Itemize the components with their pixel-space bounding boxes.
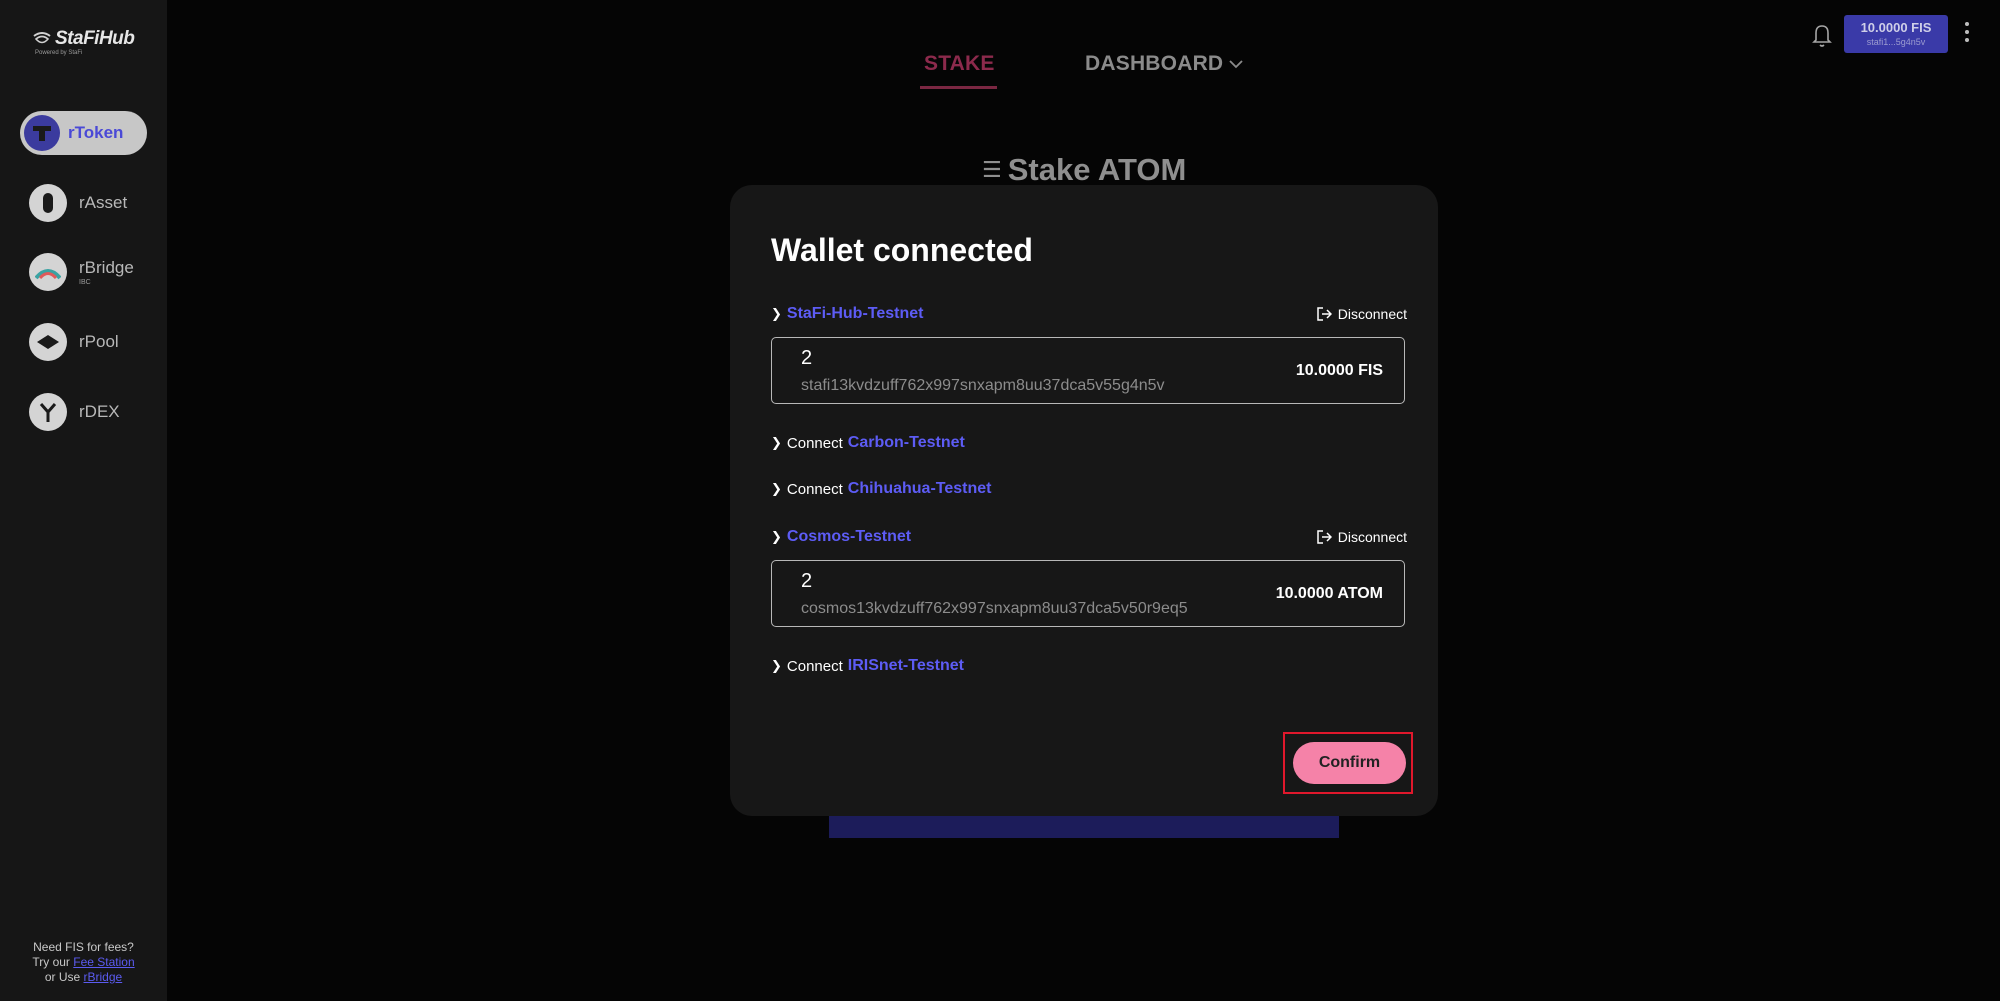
chevron-right-icon: ❯ [771, 306, 782, 321]
chevron-right-icon: ❯ [771, 435, 782, 450]
page-title: ☰ Stake ATOM [982, 152, 1186, 188]
account-card-cosmos[interactable]: 2 cosmos13kvdzuff762x997snxapm8uu37dca5v… [771, 560, 1405, 627]
disconnect-label: Disconnect [1337, 306, 1407, 322]
chain-name: Chihuahua-Testnet [847, 480, 992, 497]
sidebar-item-rtoken[interactable]: rToken [20, 111, 147, 155]
fees-line-1: Need FIS for fees? [33, 940, 134, 954]
fees-line-2-prefix: Try our [32, 955, 74, 969]
tab-dashboard[interactable]: DASHBOARD [1085, 52, 1244, 76]
list-menu-icon: ☰ [982, 157, 1002, 182]
sidebar-item-label: rDEX [79, 402, 120, 421]
logout-icon [1316, 307, 1332, 321]
chain-name: StaFi-Hub-Testnet [786, 305, 924, 322]
fees-line-3-prefix: or Use [44, 970, 84, 984]
chevron-down-icon [1229, 60, 1243, 69]
chevron-right-icon: ❯ [771, 658, 782, 673]
tab-stake[interactable]: STAKE [924, 52, 995, 76]
disconnect-button[interactable]: Disconnect [1316, 306, 1407, 322]
disconnect-button[interactable]: Disconnect [1316, 529, 1407, 545]
confirm-button[interactable]: Confirm [1293, 742, 1406, 784]
sidebar: StaFiHub Powered by StaFi rToken rAsset … [0, 0, 167, 1001]
connect-prefix: Connect [786, 480, 843, 498]
chain-row-carbon[interactable]: ❯ Connect Carbon-Testnet [771, 432, 1407, 454]
rasset-icon [29, 184, 67, 222]
fees-line-3: or Use rBridge [0, 970, 167, 985]
stafihub-logo[interactable]: StaFiHub Powered by StaFi [32, 28, 135, 56]
account-balance: 10.0000 FIS [1295, 362, 1383, 379]
connect-prefix: Connect [786, 657, 843, 675]
chain-row-cosmos[interactable]: ❯ Cosmos-Testnet Disconnect [771, 526, 1407, 548]
chevron-right-icon: ❯ [771, 481, 782, 496]
fee-station-link[interactable]: Fee Station [73, 955, 134, 969]
account-card-stafihub[interactable]: 2 stafi13kvdzuff762x997snxapm8uu37dca5v5… [771, 337, 1405, 404]
wallet-balance: 10.0000 FIS [1860, 20, 1932, 35]
logo-text: StaFiHub [55, 28, 135, 49]
tab-stake-underline [920, 86, 997, 89]
wallet-balance-badge[interactable]: 10.0000 FIS stafi1...5g4n5v [1844, 15, 1948, 53]
rbridge-label: rBridge [79, 258, 134, 277]
chain-name: Carbon-Testnet [847, 434, 965, 451]
chevron-right-icon: ❯ [771, 529, 782, 544]
logout-icon [1316, 530, 1332, 544]
sidebar-item-label: rPool [79, 332, 119, 351]
rbridge-icon [29, 253, 67, 291]
rdex-icon [29, 393, 67, 431]
chain-name: IRISnet-Testnet [847, 657, 964, 674]
logo-subtext: Powered by StaFi [35, 50, 83, 56]
tab-dashboard-label: DASHBOARD [1085, 52, 1224, 75]
chain-name: Cosmos-Testnet [786, 528, 912, 545]
account-name: 2 [801, 347, 813, 369]
fees-line-2: Try our Fee Station [0, 955, 167, 970]
account-address: stafi13kvdzuff762x997snxapm8uu37dca5v55g… [801, 377, 1165, 394]
sidebar-item-rbridge[interactable]: rBridge IBC [20, 250, 147, 294]
modal-title: Wallet connected [771, 232, 1033, 268]
sidebar-item-label: rToken [68, 123, 124, 142]
fees-hint: Need FIS for fees? Try our Fee Station o… [0, 940, 167, 985]
sidebar-item-rpool[interactable]: rPool [20, 320, 147, 364]
wallet-address: stafi1...5g4n5v [1866, 37, 1926, 47]
chain-row-stafihub[interactable]: ❯ StaFi-Hub-Testnet Disconnect [771, 303, 1407, 325]
account-address: cosmos13kvdzuff762x997snxapm8uu37dca5v50… [801, 600, 1188, 617]
sidebar-item-label: rAsset [79, 193, 128, 212]
more-menu-icon[interactable] [1965, 22, 1971, 46]
bell-icon[interactable] [1810, 22, 1834, 53]
connect-prefix: Connect [786, 434, 843, 452]
wallet-connected-modal: Wallet connected ❯ StaFi-Hub-Testnet Dis… [730, 185, 1438, 816]
rpool-icon [29, 323, 67, 361]
account-balance: 10.0000 ATOM [1275, 585, 1383, 602]
sidebar-item-label: rBridge IBC [79, 258, 134, 286]
chain-row-chihuahua[interactable]: ❯ Connect Chihuahua-Testnet [771, 478, 1407, 500]
disconnect-label: Disconnect [1337, 529, 1407, 545]
sidebar-item-rdex[interactable]: rDEX [20, 390, 147, 434]
account-name: 2 [801, 570, 813, 592]
rbridge-link[interactable]: rBridge [84, 970, 123, 984]
rbridge-sublabel: IBC [79, 279, 91, 286]
chain-row-irisnet[interactable]: ❯ Connect IRISnet-Testnet [771, 655, 1407, 677]
sidebar-item-rasset[interactable]: rAsset [20, 181, 147, 225]
rtoken-icon [24, 115, 60, 151]
page-title-text: Stake ATOM [1007, 152, 1187, 187]
stafihub-logo-icon [33, 32, 51, 44]
